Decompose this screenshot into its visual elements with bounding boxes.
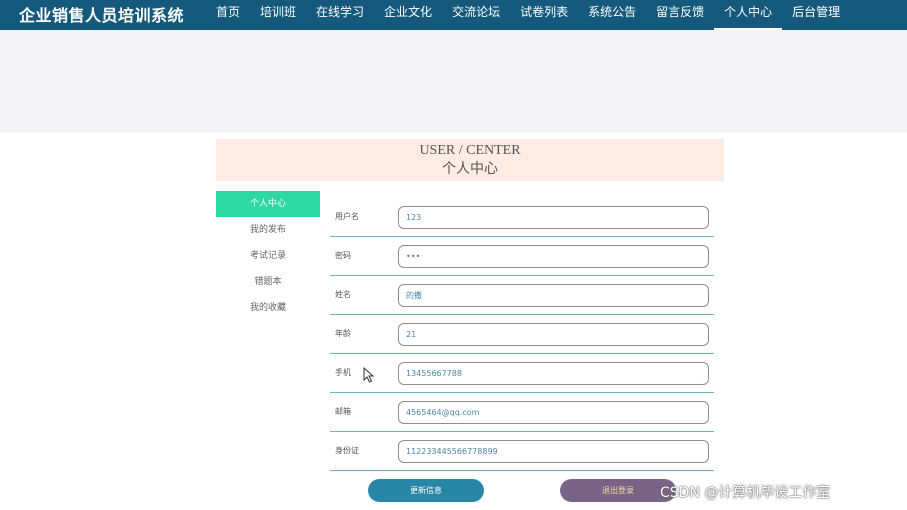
sidebar-menu: 个人中心 我的发布 考试记录 错题本 我的收藏 <box>216 191 320 321</box>
form-row-username: 用户名 <box>330 198 714 237</box>
username-label: 用户名 <box>335 212 359 221</box>
name-field[interactable] <box>398 284 709 307</box>
nav-item-corporate-culture[interactable]: 企业文化 <box>374 0 442 30</box>
nav-item-admin[interactable]: 后台管理 <box>782 0 850 30</box>
form-row-id-card: 身份证 <box>330 432 714 471</box>
page-title-box: USER / CENTER 个人中心 <box>216 139 724 181</box>
sidebar-item-user-center[interactable]: 个人中心 <box>216 191 320 217</box>
id-card-label: 身份证 <box>335 446 359 455</box>
nav-item-online-learning[interactable]: 在线学习 <box>306 0 374 30</box>
password-label: 密码 <box>335 251 351 260</box>
sidebar-item-favorites[interactable]: 我的收藏 <box>216 295 320 321</box>
nav-item-exam-list[interactable]: 试卷列表 <box>510 0 578 30</box>
age-field[interactable] <box>398 323 709 346</box>
form-row-phone: 手机 <box>330 354 714 393</box>
page-title-cn: 个人中心 <box>442 162 498 177</box>
nav-item-training-class[interactable]: 培训班 <box>250 0 306 30</box>
nav-item-user-center[interactable]: 个人中心 <box>714 0 783 30</box>
form-row-email: 邮箱 <box>330 393 714 432</box>
email-field[interactable] <box>398 401 709 424</box>
watermark-text: CSDN @计算机毕设工作室 <box>660 485 831 501</box>
sidebar-item-wrong-questions[interactable]: 错题本 <box>216 269 320 295</box>
update-info-button[interactable]: 更新信息 <box>368 479 484 502</box>
form-row-name: 姓名 <box>330 276 714 315</box>
profile-form: 用户名 密码 姓名 年龄 手机 邮箱 身份证 <box>330 198 714 471</box>
sidebar-item-exam-records[interactable]: 考试记录 <box>216 243 320 269</box>
app-title: 企业销售人员培训系统 <box>19 6 185 25</box>
email-label: 邮箱 <box>335 407 351 416</box>
age-label: 年龄 <box>335 329 351 338</box>
phone-label: 手机 <box>335 368 351 377</box>
name-label: 姓名 <box>335 290 351 299</box>
username-field[interactable] <box>398 206 709 229</box>
nav-item-announcements[interactable]: 系统公告 <box>578 0 646 30</box>
form-row-password: 密码 <box>330 237 714 276</box>
banner-area <box>0 30 907 133</box>
logout-button[interactable]: 退出登录 <box>560 479 676 502</box>
nav-item-home[interactable]: 首页 <box>206 0 250 30</box>
password-field[interactable] <box>398 245 709 268</box>
main-nav: 首页 培训班 在线学习 企业文化 交流论坛 试卷列表 系统公告 留言反馈 个人中… <box>206 0 850 30</box>
id-card-field[interactable] <box>398 440 709 463</box>
nav-item-feedback[interactable]: 留言反馈 <box>646 0 714 30</box>
sidebar-item-my-posts[interactable]: 我的发布 <box>216 217 320 243</box>
mouse-cursor-icon <box>363 367 375 383</box>
form-row-age: 年龄 <box>330 315 714 354</box>
nav-item-forum[interactable]: 交流论坛 <box>442 0 510 30</box>
top-navbar: 企业销售人员培训系统 首页 培训班 在线学习 企业文化 交流论坛 试卷列表 系统… <box>0 0 907 30</box>
phone-field[interactable] <box>398 362 709 385</box>
page-title-en: USER / CENTER <box>419 143 521 158</box>
